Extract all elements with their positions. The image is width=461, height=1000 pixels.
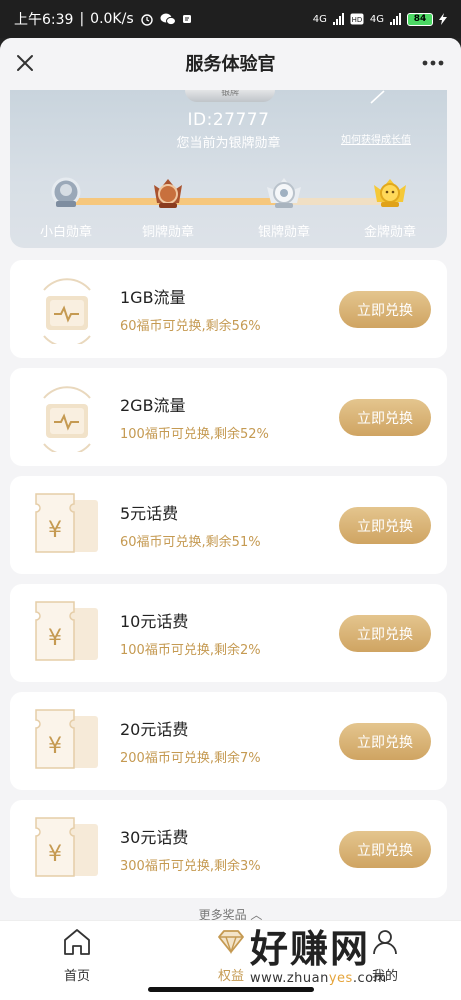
status-speed: 0.0K/s <box>90 11 134 27</box>
reward-desc: 100福币可兑换,剩余2% <box>120 643 261 658</box>
silver-medal-icon <box>267 178 301 208</box>
tab-label: 权益 <box>217 969 244 984</box>
yuan-voucher-icon: ¥ <box>35 817 98 877</box>
status-bar: 上午6:39 | 0.0K/s 4G HD 4G 84 <box>0 0 461 38</box>
home-indicator[interactable] <box>148 987 314 992</box>
svg-text:¥: ¥ <box>48 842 62 867</box>
signal-icon <box>332 13 344 25</box>
wechat-icon <box>160 13 176 26</box>
notification-icon <box>182 15 191 23</box>
medal-bronze[interactable]: 铜牌勋章 <box>128 173 208 240</box>
reward-desc: 60福币可兑换,剩余56% <box>120 319 261 334</box>
user-id: ID:27777 <box>187 110 270 130</box>
reward-name: 20元话费 <box>120 720 189 739</box>
bottom-tab-bar: 首页 权益 我的 <box>0 920 461 1000</box>
svg-text:HD: HD <box>352 16 363 24</box>
svg-text:¥: ¥ <box>48 518 62 543</box>
more-menu-icon[interactable] <box>419 50 447 76</box>
nav-bar: 服务体验官 <box>0 38 461 88</box>
reward-desc: 60福币可兑换,剩余51% <box>120 535 261 550</box>
hd-icon: HD <box>350 13 364 25</box>
tab-home[interactable]: 首页 <box>32 925 122 984</box>
reward-desc: 100福币可兑换,剩余52% <box>120 427 269 442</box>
tab-label: 首页 <box>63 969 90 984</box>
svg-text:¥: ¥ <box>48 626 62 651</box>
level-progress-bar <box>62 198 392 205</box>
battery-icon: 84 <box>407 12 433 26</box>
reward-item-5yuan: ¥ 5元话费 60福币可兑换,剩余51% 立即兑换 <box>10 476 447 574</box>
app-sheet: 服务体验官 银牌 ID:27777 您当前为银牌勋章 如何获得成长值 小白勋章 … <box>0 38 461 1000</box>
yuan-voucher-icon: ¥ <box>35 493 98 553</box>
gold-medal-icon <box>374 179 406 207</box>
redeem-button[interactable]: 立即兑换 <box>339 399 431 436</box>
svg-text:¥: ¥ <box>48 734 62 759</box>
network-type-1: 4G <box>312 13 327 25</box>
tab-mine[interactable]: 我的 <box>340 925 430 984</box>
yuan-voucher-icon: ¥ <box>35 709 98 769</box>
bronze-medal-icon <box>154 179 182 208</box>
status-time: 上午6:39 <box>14 12 74 28</box>
reward-name: 10元话费 <box>120 612 189 631</box>
redeem-button[interactable]: 立即兑换 <box>339 291 431 328</box>
home-icon <box>64 929 90 955</box>
reward-item-1gb: 1GB流量 60福币可兑换,剩余56% 立即兑换 <box>10 260 447 358</box>
reward-name: 5元话费 <box>120 504 179 523</box>
data-traffic-icon <box>43 278 91 344</box>
reward-name: 1GB流量 <box>120 288 186 307</box>
tab-benefits[interactable]: 权益 <box>186 925 276 984</box>
how-to-grow-link[interactable]: 如何获得成长值 <box>341 131 411 146</box>
current-medal-banner: 银牌 <box>185 90 275 102</box>
close-icon[interactable] <box>12 50 38 76</box>
medal-silver[interactable]: 银牌勋章 <box>244 173 324 240</box>
reward-item-30yuan: ¥ 30元话费 300福币可兑换,剩余3% 立即兑换 <box>10 800 447 898</box>
data-traffic-icon <box>43 386 91 452</box>
edit-icon[interactable] <box>369 90 387 104</box>
profile-icon <box>373 930 397 955</box>
page-title: 服务体验官 <box>185 54 276 75</box>
yuan-voucher-icon: ¥ <box>35 601 98 661</box>
alarm-icon <box>140 14 153 26</box>
charging-icon <box>439 13 447 25</box>
reward-name: 2GB流量 <box>120 396 186 415</box>
redeem-button[interactable]: 立即兑换 <box>339 615 431 652</box>
reward-name: 30元话费 <box>120 828 189 847</box>
reward-desc: 300福币可兑换,剩余3% <box>120 859 261 874</box>
tab-label: 我的 <box>371 969 398 984</box>
redeem-button[interactable]: 立即兑换 <box>339 507 431 544</box>
redeem-button[interactable]: 立即兑换 <box>339 831 431 868</box>
network-type-2: 4G <box>369 13 384 25</box>
medal-label: 银牌勋章 <box>257 225 310 240</box>
medal-label: 小白勋章 <box>39 225 92 240</box>
medal-xiaobai[interactable]: 小白勋章 <box>26 173 106 240</box>
reward-item-2gb: 2GB流量 100福币可兑换,剩余52% 立即兑换 <box>10 368 447 466</box>
medal-gold[interactable]: 金牌勋章 <box>350 173 430 240</box>
xiaobai-medal-icon <box>51 177 81 207</box>
medal-label: 金牌勋章 <box>363 225 416 240</box>
redeem-button[interactable]: 立即兑换 <box>339 723 431 760</box>
badge-card: 银牌 ID:27777 您当前为银牌勋章 如何获得成长值 小白勋章 铜牌勋章 银… <box>10 90 447 248</box>
reward-item-10yuan: ¥ 10元话费 100福币可兑换,剩余2% 立即兑换 <box>10 584 447 682</box>
medal-label: 铜牌勋章 <box>141 225 194 240</box>
signal-icon-2 <box>390 13 401 25</box>
reward-item-20yuan: ¥ 20元话费 200福币可兑换,剩余7% 立即兑换 <box>10 692 447 790</box>
diamond-icon <box>218 930 244 955</box>
reward-desc: 200福币可兑换,剩余7% <box>120 751 261 766</box>
